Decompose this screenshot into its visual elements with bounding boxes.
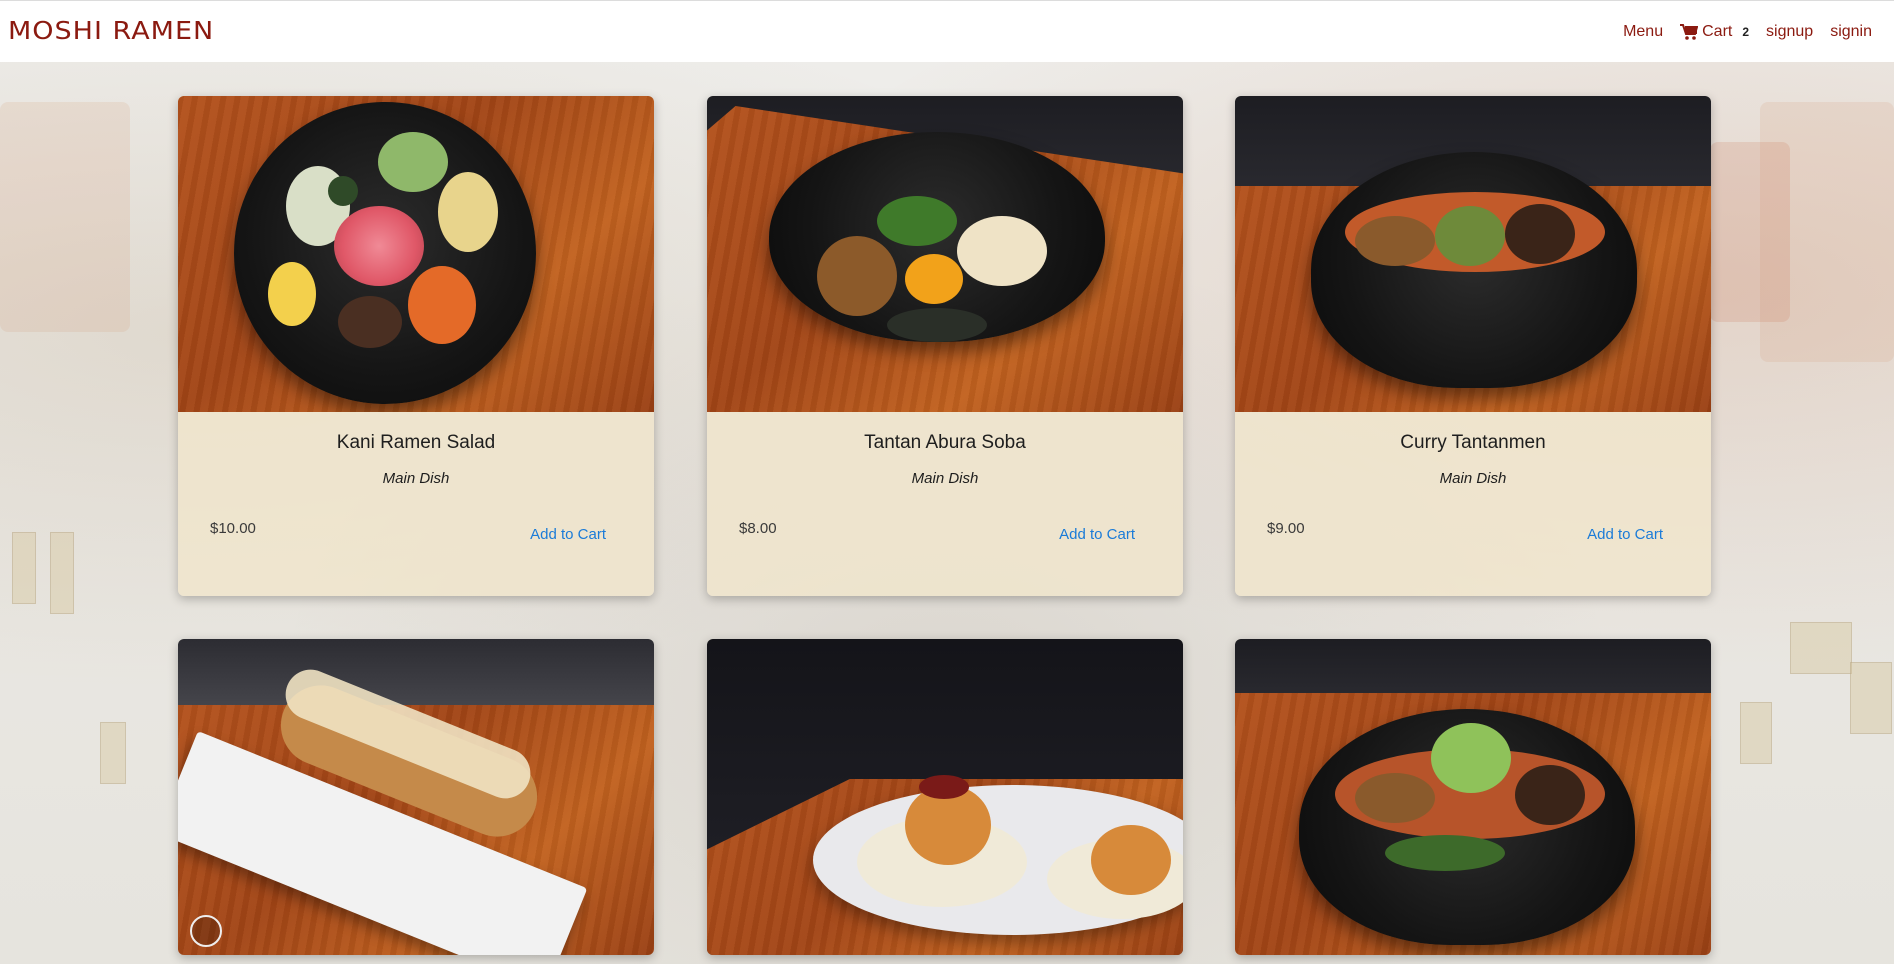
nav-signup-link[interactable]: signup bbox=[1766, 23, 1813, 41]
nav-signin-link[interactable]: signin bbox=[1830, 23, 1872, 41]
product-image bbox=[178, 96, 654, 412]
top-navbar: MOSHI RAMEN Menu Cart 2 signup signin bbox=[0, 0, 1894, 62]
add-to-cart-button[interactable]: Add to Cart bbox=[1059, 526, 1135, 543]
product-price: $9.00 bbox=[1267, 520, 1305, 537]
add-to-cart-button[interactable]: Add to Cart bbox=[530, 526, 606, 543]
product-name: Kani Ramen Salad bbox=[336, 432, 496, 453]
main-nav: Menu Cart 2 signup signin bbox=[1623, 23, 1872, 41]
product-image bbox=[707, 639, 1183, 955]
product-image bbox=[1235, 639, 1711, 955]
nav-menu-link[interactable]: Menu bbox=[1623, 23, 1663, 41]
cart-count-badge: 2 bbox=[1742, 25, 1750, 39]
product-name: Curry Tantanmen bbox=[1400, 432, 1546, 453]
product-price: $8.00 bbox=[739, 520, 777, 537]
product-card-body: Tantan Abura Soba Main Dish $8.00 Add to… bbox=[707, 412, 1183, 596]
cart-label: Cart bbox=[1702, 23, 1733, 40]
product-card-body: Curry Tantanmen Main Dish $9.00 Add to C… bbox=[1235, 412, 1711, 596]
product-card bbox=[707, 639, 1183, 955]
product-card-body: Kani Ramen Salad Main Dish $10.00 Add to… bbox=[178, 412, 654, 596]
product-card: Kani Ramen Salad Main Dish $10.00 Add to… bbox=[178, 96, 654, 596]
product-card bbox=[178, 639, 654, 955]
shopping-cart-icon bbox=[1680, 24, 1699, 40]
nav-cart-link[interactable]: Cart 2 bbox=[1680, 23, 1749, 41]
product-image bbox=[1235, 96, 1711, 412]
product-image bbox=[178, 639, 654, 955]
product-card: Tantan Abura Soba Main Dish $8.00 Add to… bbox=[707, 96, 1183, 596]
product-category: Main Dish bbox=[1439, 470, 1507, 487]
product-name: Tantan Abura Soba bbox=[864, 432, 1026, 453]
product-price: $10.00 bbox=[210, 520, 256, 537]
product-card: Curry Tantanmen Main Dish $9.00 Add to C… bbox=[1235, 96, 1711, 596]
product-image bbox=[707, 96, 1183, 412]
product-category: Main Dish bbox=[911, 470, 979, 487]
product-card bbox=[1235, 639, 1711, 955]
add-to-cart-button[interactable]: Add to Cart bbox=[1587, 526, 1663, 543]
brand-logo[interactable]: MOSHI RAMEN bbox=[8, 16, 214, 47]
product-category: Main Dish bbox=[382, 470, 450, 487]
